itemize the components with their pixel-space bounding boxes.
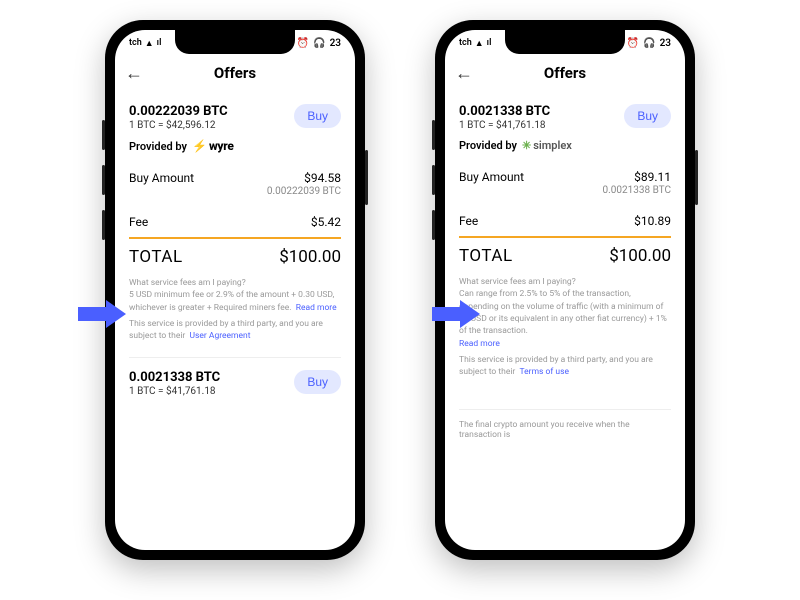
offer-card: 0.00222039 BTC 1 BTC = $42,596.12 Buy Pr… [129, 90, 341, 343]
simplex-text: simplex [533, 139, 572, 152]
fine-line-1: Can range from 2.5% to 5% of the transac… [459, 289, 667, 336]
buy-button[interactable]: Buy [294, 104, 341, 128]
wyre-text: wyre [209, 139, 234, 153]
total-label: TOTAL [459, 246, 513, 266]
headphone-icon: 🎧 [643, 38, 655, 49]
buy-amount-label: Buy Amount [459, 170, 524, 196]
terms-link[interactable]: Terms of use [520, 367, 570, 377]
provided-by-label: Provided by [459, 139, 517, 152]
pointer-arrow-icon [78, 300, 128, 328]
notch [505, 30, 625, 54]
buy-amount-usd: $94.58 [267, 171, 341, 185]
simplex-icon: ✳ [522, 139, 531, 152]
fee-label: Fee [129, 215, 148, 229]
fee-value: $10.89 [634, 214, 671, 228]
total-value: $100.00 [279, 247, 341, 267]
alarm-icon: ⏰ [297, 38, 309, 49]
buy-button[interactable]: Buy [294, 370, 341, 394]
notch [175, 30, 295, 54]
page-header: ← Offers [115, 56, 355, 90]
offer-amount: 0.0021338 BTC [459, 104, 550, 119]
buy-amount-btc: 0.0021338 BTC [602, 185, 671, 196]
offer-card: 0.0021338 BTC 1 BTC = $41,761.18 Buy [129, 357, 341, 397]
read-more-link[interactable]: Read more [459, 339, 500, 349]
back-button[interactable]: ← [455, 63, 473, 84]
alarm-icon: ⏰ [627, 38, 639, 49]
screen: tch ▲ ıl ⏰ 🎧 23 ← Offers 0.002 [115, 30, 355, 550]
phone-mockup-right: tch ▲ ıl ⏰ 🎧 23 ← Offers 0.002 [435, 20, 695, 560]
status-time: 23 [660, 38, 671, 49]
content-area: 0.00222039 BTC 1 BTC = $42,596.12 Buy Pr… [115, 90, 355, 550]
wyre-bolt-icon: ⚡ [192, 139, 207, 153]
total-label: TOTAL [129, 247, 183, 267]
status-right: ⏰ 🎧 23 [297, 38, 341, 49]
provider-logo-simplex: ✳ simplex [522, 139, 572, 152]
buy-amount-usd: $89.11 [602, 170, 671, 184]
fine-question: What service fees am I paying? [129, 277, 341, 289]
buy-button[interactable]: Buy [624, 104, 671, 128]
offer-amount: 0.00222039 BTC [129, 104, 228, 119]
fine-print: What service fees am I paying? 5 USD min… [129, 277, 341, 343]
total-value: $100.00 [609, 246, 671, 266]
user-agreement-link[interactable]: User Agreement [190, 331, 251, 341]
page-title: Offers [214, 64, 256, 82]
carrier-text: tch [459, 38, 472, 48]
signal-icon: ıl [157, 38, 162, 48]
offer-card: 0.0021338 BTC 1 BTC = $41,761.18 Buy Pro… [459, 90, 671, 440]
back-button[interactable]: ← [125, 63, 143, 84]
provider-row: Provided by ⚡ wyre [129, 139, 341, 153]
provided-by-label: Provided by [129, 140, 187, 153]
screen: tch ▲ ıl ⏰ 🎧 23 ← Offers 0.002 [445, 30, 685, 550]
phone-mockup-left: tch ▲ ıl ⏰ 🎧 23 ← Offers 0.002 [105, 20, 365, 560]
divider [459, 236, 671, 238]
page-title: Offers [544, 64, 586, 82]
status-left: tch ▲ ıl [129, 38, 161, 49]
fee-label: Fee [459, 214, 478, 228]
divider [129, 237, 341, 239]
offer-rate: 1 BTC = $41,761.18 [129, 386, 220, 397]
provider-row: Provided by ✳ simplex [459, 139, 671, 152]
fine-question: What service fees am I paying? [459, 276, 671, 288]
offer-rate: 1 BTC = $42,596.12 [129, 120, 228, 131]
page-header: ← Offers [445, 56, 685, 90]
status-left: tch ▲ ıl [459, 38, 491, 49]
wifi-icon: ▲ [475, 38, 484, 49]
wifi-icon: ▲ [145, 38, 154, 49]
carrier-text: tch [129, 38, 142, 48]
fee-value: $5.42 [311, 215, 341, 229]
offer-rate: 1 BTC = $41,761.18 [459, 120, 550, 131]
footnote: The final crypto amount you receive when… [459, 409, 671, 440]
read-more-link[interactable]: Read more [296, 303, 337, 313]
signal-icon: ıl [487, 38, 492, 48]
provider-logo-wyre: ⚡ wyre [192, 139, 234, 153]
buy-amount-label: Buy Amount [129, 171, 194, 197]
pointer-arrow-icon [432, 300, 482, 328]
status-right: ⏰ 🎧 23 [627, 38, 671, 49]
buy-amount-btc: 0.00222039 BTC [267, 186, 341, 197]
offer-amount: 0.0021338 BTC [129, 370, 220, 385]
fine-print: What service fees am I paying? Can range… [459, 276, 671, 379]
headphone-icon: 🎧 [313, 38, 325, 49]
status-time: 23 [330, 38, 341, 49]
